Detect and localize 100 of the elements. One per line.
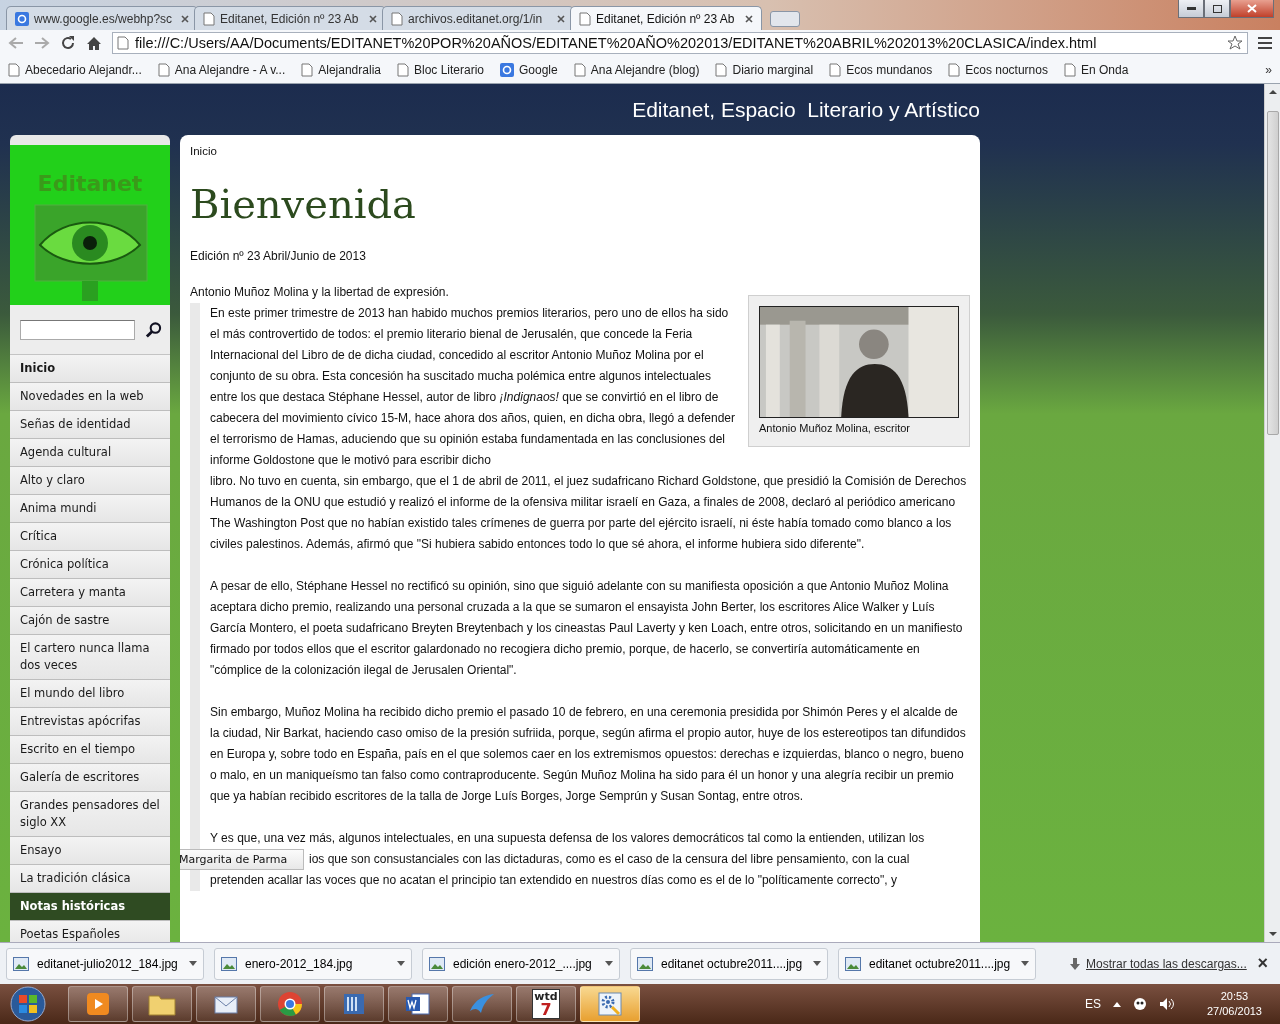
article-text-line: ios que son consustanciales con las dictaduras, como es el caso de la censura del libre pensamiento, con la cual: [309, 852, 910, 866]
language-indicator[interactable]: ES: [1084, 997, 1101, 1011]
nav-item[interactable]: El cartero nunca llama dos veces: [10, 635, 170, 680]
close-tab-icon[interactable]: [557, 14, 565, 23]
image-file-icon: [637, 956, 653, 971]
article-text-line: Y es que, una vez más, algunos intelectuales, en una supuesta defensa de los valores democráticos tal como la entienden, utilizan los: [210, 831, 925, 845]
download-item[interactable]: enero-2012_184.jpg: [214, 947, 412, 980]
volume-icon[interactable]: [1158, 997, 1175, 1011]
article-title: Antonio Muñoz Molina y la libertad de expresión.: [190, 285, 450, 299]
nav-item[interactable]: Grandes pensadores del siglo XX: [10, 792, 170, 837]
taskbar-button[interactable]: wtd 7: [516, 986, 576, 1022]
bookmark[interactable]: En Onda: [1063, 62, 1129, 77]
nav-item[interactable]: Inicio: [10, 355, 170, 383]
nav-item[interactable]: La tradición clásica: [10, 865, 170, 893]
start-button[interactable]: [8, 984, 48, 1024]
page-icon: [157, 62, 170, 77]
search-field[interactable]: [20, 319, 135, 340]
page-icon: [301, 62, 314, 77]
nav-item[interactable]: El mundo del libro: [10, 680, 170, 708]
nav-item[interactable]: Cajón de sastre: [10, 607, 170, 635]
caret-icon[interactable]: [605, 961, 613, 966]
taskbar-button[interactable]: [196, 986, 256, 1022]
caret-icon[interactable]: [189, 961, 197, 966]
google-icon: [500, 62, 514, 77]
page-icon: [117, 36, 129, 50]
nav-item[interactable]: Carretera y manta: [10, 579, 170, 607]
bookmark[interactable]: Bloc Literario: [397, 62, 484, 77]
page-icon: [203, 11, 215, 26]
image-file-icon: [429, 956, 445, 971]
menu-icon[interactable]: [1258, 37, 1272, 49]
article-paragraph: A pesar de ello, Stéphane Hessel no rectificó su opinión, sino que siguió adelante con su manifiesta oposición a que Antonio Muñoz Molina aceptara dicho premio, realizando una personal cruzada a la que se sumaron el ensayista John Berter, los escritores Alice Walker y Luís García Montero, el poeta sudafricano Breyten Breytenbach y los cineastas Paul Laverty y ken Loach, entre otros, solicitando en un manifiesto firmado por todos ellos que el escritor galardonado no recogiera dicho premio, porque, de hacerlo, se convertiría automáticamente en "cómplice de la colonización ilegal de Jerusalen Oriental".: [210, 578, 964, 679]
nav-item[interactable]: Novedades en la web: [10, 383, 170, 411]
article-paragraph: libro. No tuvo en cuenta, sin embargo, que el 1 de abril de 2011, el juez sudafricano Richard Goldstone, que presidió la Comisión de Derechos Humanos de la ONU que estudió y realizó el informe de la ofensiva militar israelí en Gaza, a finales de 2008, declaró al periódico americano The Washington Post que no habían existido tales crímenes de guerra por parte del ejército israelí, ni éste había tomado como blanco a los civiles palestinos. Además, afirmó que "Si hubiera sabido entonces todo lo que sé ahora, el informe hubiera sido diferente".: [210, 473, 968, 553]
reload-icon[interactable]: [60, 35, 76, 51]
taskbar-button[interactable]: [324, 986, 384, 1022]
page-icon: [829, 62, 842, 77]
close-button[interactable]: [1230, 0, 1274, 18]
nav-item[interactable]: Agenda cultural: [10, 439, 170, 467]
bookmark[interactable]: Alejandralia: [301, 62, 381, 77]
bookmark[interactable]: Abecedario Alejandr...: [8, 62, 142, 77]
nav-item[interactable]: Entrevistas apócrifas: [10, 708, 170, 736]
media-player-icon: [85, 991, 111, 1017]
tray-app-icon[interactable]: [1132, 997, 1147, 1011]
tray-arrow-icon[interactable]: [1112, 1001, 1121, 1007]
site-header: Editanet, Espacio Literario y Artístico: [632, 97, 980, 122]
download-arrow-icon: [1070, 957, 1080, 970]
page-icon: [579, 11, 591, 26]
taskbar-button[interactable]: [132, 986, 192, 1022]
page-icon: [8, 62, 20, 77]
more-bookmarks[interactable]: »: [1265, 62, 1272, 77]
minimize-icon: [1186, 7, 1196, 10]
clock[interactable]: 20:53 27/06/2013: [1206, 989, 1262, 1019]
taskbar-button[interactable]: [68, 986, 128, 1022]
bookmark[interactable]: Ana Alejandre (blog): [573, 62, 700, 77]
nav-item[interactable]: Anima mundi: [10, 495, 170, 523]
caret-icon[interactable]: [1021, 961, 1029, 966]
browser-tab[interactable]: Editanet, Edición nº 23 Ab: [570, 6, 762, 30]
breadcrumb-link[interactable]: Inicio: [190, 145, 970, 157]
nav-item[interactable]: Crónica política: [10, 551, 170, 579]
bookmark[interactable]: Google: [500, 62, 558, 77]
caret-icon[interactable]: [813, 961, 821, 966]
nav-item[interactable]: Escrito en el tiempo: [10, 736, 170, 764]
star-icon[interactable]: [1227, 35, 1243, 51]
close-tab-icon[interactable]: [181, 14, 189, 23]
address-bar[interactable]: file:///C:/Users/AA/Documents/EDITANET%20POR%20AÑOS/EDITANET%20AÑO%202013/EDITANET%20ABRIL%202013%20CLASICA/index.html: [112, 32, 1248, 54]
bookmark[interactable]: Ecos mundanos: [829, 62, 933, 77]
close-tab-icon[interactable]: [745, 14, 753, 23]
nav-item[interactable]: Alto y claro: [10, 467, 170, 495]
close-tab-icon[interactable]: [369, 14, 377, 23]
nav-item[interactable]: Ensayo: [10, 837, 170, 865]
bookmark[interactable]: Diario marginal: [715, 62, 814, 77]
download-item[interactable]: edición enero-2012_....jpg: [422, 947, 620, 980]
submenu-item[interactable]: Margarita de Parma: [180, 849, 304, 870]
nav-item[interactable]: Galería de escritores: [10, 764, 170, 792]
maximize-button[interactable]: [1204, 0, 1230, 18]
bookmark[interactable]: Ecos nocturnos: [948, 62, 1048, 77]
maximize-icon: [1212, 4, 1222, 13]
search-icon[interactable]: [145, 320, 162, 339]
nav-item[interactable]: Crítica: [10, 523, 170, 551]
show-all-downloads-link[interactable]: Mostrar todas las descargas...: [1070, 956, 1247, 971]
minimize-button[interactable]: [1178, 0, 1204, 18]
taskbar-button[interactable]: [260, 986, 320, 1022]
bookmark[interactable]: Ana Alejandre - A v...: [157, 62, 286, 77]
scrollbar[interactable]: [1264, 84, 1280, 942]
taskbar-button[interactable]: [388, 986, 448, 1022]
download-item[interactable]: editanet octubre2011....jpg: [838, 947, 1036, 980]
scroll-up-icon[interactable]: [1268, 89, 1277, 95]
edition-label: Edición nº 23 Abril/Junio de 2013: [190, 249, 367, 263]
scroll-down-icon[interactable]: [1268, 931, 1277, 937]
nav-item[interactable]: Poetas Españoles: [10, 921, 170, 942]
article-text-line: pretenden acallar las voces que no acatan el principio tan extendido en nuestros días como es el de lo "políticamente correcto", y: [210, 873, 897, 887]
close-download-bar-button[interactable]: ×: [1257, 953, 1268, 974]
download-item[interactable]: editanet octubre2011....jpg: [630, 947, 828, 980]
caret-icon[interactable]: [397, 961, 405, 966]
nav-item[interactable]: Señas de identidad: [10, 411, 170, 439]
download-item[interactable]: editanet-julio2012_184.jpg: [6, 947, 204, 980]
home-icon[interactable]: [86, 35, 102, 51]
nav-item[interactable]: Notas históricas: [10, 893, 170, 921]
wtd-icon: wtd 7: [532, 989, 560, 1019]
page-icon: [573, 62, 586, 77]
